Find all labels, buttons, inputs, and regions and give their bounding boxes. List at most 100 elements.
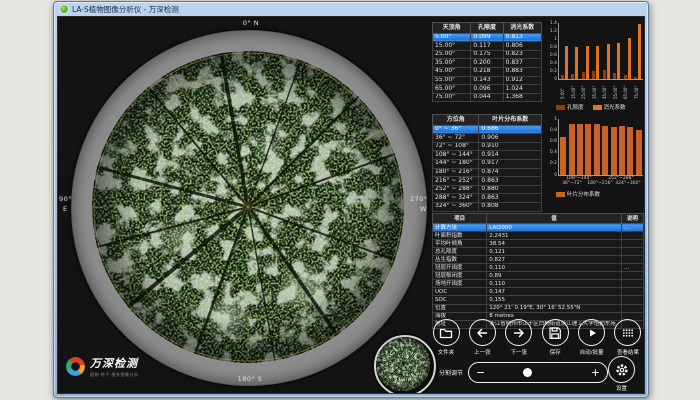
app-window: LA-S植物图像分析仪 - 万深检测 bbox=[53, 1, 649, 398]
table-cell: 计算方法 bbox=[433, 224, 487, 232]
table-row[interactable]: 75.00°0.0441.368 bbox=[433, 93, 542, 102]
legend-swatch bbox=[593, 105, 602, 110]
table-row[interactable]: 总孔隙度0.121 bbox=[433, 248, 644, 256]
save-button[interactable]: 保存 bbox=[537, 319, 573, 356]
y-tick-label: 0.6 bbox=[545, 53, 557, 58]
table-row[interactable]: 位置120° 21' 0.19"E, 30° 16' 52.55"N bbox=[433, 304, 644, 312]
legend-label: 消光系数 bbox=[604, 103, 626, 111]
bar-group bbox=[592, 46, 599, 79]
table-cell: 0.874 bbox=[479, 168, 542, 177]
column-header: 消光系数 bbox=[503, 23, 541, 34]
table-cell bbox=[621, 232, 643, 240]
table-cell: 平均叶倾角 bbox=[433, 240, 487, 248]
slider-knob[interactable] bbox=[523, 368, 532, 377]
distribution-bar bbox=[569, 124, 575, 175]
table-row[interactable]: 45.00°0.2180.883 bbox=[433, 67, 542, 76]
table-row[interactable]: UOC0.147 bbox=[433, 288, 644, 296]
table-row[interactable]: 叶面积指数2.2431 bbox=[433, 232, 644, 240]
title-bar[interactable]: LA-S植物图像分析仪 - 万深检测 bbox=[59, 3, 643, 15]
settings-button[interactable]: 设置 bbox=[608, 356, 635, 392]
table-row[interactable]: 冠层郁闭度0.89 bbox=[433, 272, 644, 280]
table-row[interactable]: SOC0.155 bbox=[433, 296, 644, 304]
compass-west-deg: 270° bbox=[410, 195, 428, 203]
table-cell bbox=[621, 304, 643, 312]
table-row[interactable]: 288° ~ 324°0.863 bbox=[433, 194, 542, 203]
canopy-photo[interactable] bbox=[92, 51, 404, 363]
table-cell: 0.044 bbox=[471, 93, 503, 102]
column-header: 项目 bbox=[433, 214, 487, 224]
table-row[interactable]: 144° ~ 180°0.917 bbox=[433, 159, 542, 168]
y-tick-label: 0.6 bbox=[545, 139, 557, 144]
folder-icon bbox=[433, 319, 460, 346]
table-cell: 15.00° bbox=[433, 42, 471, 51]
table-cell: 0.096 bbox=[471, 85, 503, 94]
table-row[interactable]: 场地开阔度0.110 bbox=[433, 280, 644, 288]
extinction-bar bbox=[617, 43, 620, 79]
table-row[interactable]: 25.00°0.1750.823 bbox=[433, 50, 542, 59]
table-row[interactable]: 平均叶倾角38.54 bbox=[433, 240, 644, 248]
plot-area: 00.20.40.60.811.21.4 bbox=[558, 23, 643, 80]
table-row[interactable]: 计算方法LAI2000… bbox=[433, 224, 644, 232]
compass-north-label: 0° N bbox=[236, 19, 266, 27]
table-row[interactable]: 35.00°0.2000.837 bbox=[433, 59, 542, 68]
table-row[interactable]: 65.00°0.0961.024 bbox=[433, 85, 542, 94]
preview-thumbnail[interactable] bbox=[374, 335, 436, 394]
table-row[interactable]: 216° ~ 252°0.863 bbox=[433, 177, 542, 186]
table-cell: 0.686 bbox=[479, 125, 542, 134]
next-image-button[interactable]: 下一张 bbox=[501, 319, 537, 356]
table-row[interactable]: 丛生指数0.827 bbox=[433, 256, 644, 264]
x-tick-label: 25.00° bbox=[582, 80, 586, 99]
column-header: 孔隙度 bbox=[471, 23, 503, 34]
legend-item: 叶片分布系数 bbox=[556, 190, 600, 198]
view-results-button[interactable]: 查看结果 bbox=[610, 319, 645, 356]
compass-west-label: W bbox=[420, 205, 427, 213]
slider-minus-button[interactable]: − bbox=[469, 365, 492, 380]
table-row[interactable]: 5.00°0.0990.813 bbox=[433, 33, 542, 42]
y-tick-label: 0.8 bbox=[545, 45, 557, 50]
table-row[interactable]: 180° ~ 216°0.874 bbox=[433, 168, 542, 177]
table-cell: 0.823 bbox=[503, 50, 541, 59]
table-cell: 0.917 bbox=[479, 159, 542, 168]
table-row[interactable]: 252° ~ 288°0.880 bbox=[433, 185, 542, 194]
previous-image-button[interactable]: 上一张 bbox=[464, 319, 500, 356]
table-cell: 35.00° bbox=[433, 59, 471, 68]
y-tick-label: 1.4 bbox=[545, 21, 557, 26]
extinction-bar bbox=[628, 38, 631, 79]
auto-batch-button[interactable]: 自动/批量 bbox=[574, 319, 610, 356]
distribution-bar bbox=[636, 130, 642, 175]
extinction-bar bbox=[586, 46, 589, 79]
table-cell: 0.117 bbox=[471, 42, 503, 51]
table-row[interactable]: 0° ~ 36°0.686 bbox=[433, 125, 542, 134]
parameters-table: 项目值说明计算方法LAI2000…叶面积指数2.2431平均叶倾角38.54总孔… bbox=[432, 213, 644, 329]
table-cell: 0.200 bbox=[471, 59, 503, 68]
column-header: 方位角 bbox=[433, 115, 479, 126]
table-cell: LAI2000 bbox=[487, 224, 622, 232]
x-tick-label: 75.00° bbox=[635, 80, 639, 99]
folder-button[interactable]: 文件夹 bbox=[428, 319, 464, 356]
table-row[interactable]: 15.00°0.1170.806 bbox=[433, 42, 542, 51]
table-cell bbox=[621, 248, 643, 256]
table-cell: 75.00° bbox=[433, 93, 471, 102]
column-header: 说明 bbox=[621, 214, 643, 224]
table-cell: 0.808 bbox=[479, 202, 542, 211]
x-tick-label: 5.00° bbox=[561, 80, 565, 99]
table-row[interactable]: 108° ~ 144°0.914 bbox=[433, 151, 542, 160]
table-cell: … bbox=[621, 264, 643, 272]
table-row[interactable]: 36° ~ 72°0.906 bbox=[433, 134, 542, 143]
y-tick-label: 0.8 bbox=[545, 128, 557, 133]
table-row[interactable]: 324° ~ 360°0.808 bbox=[433, 202, 542, 211]
table-cell: 总孔隙度 bbox=[433, 248, 487, 256]
slider-plus-button[interactable]: + bbox=[584, 365, 607, 380]
segmentation-slider[interactable]: − + bbox=[468, 362, 608, 383]
table-cell bbox=[621, 288, 643, 296]
table-cell bbox=[621, 296, 643, 304]
table-cell: 0.912 bbox=[503, 76, 541, 85]
compass-south-label: 180° S bbox=[230, 375, 270, 383]
table-row[interactable]: 55.00°0.1430.912 bbox=[433, 76, 542, 85]
table-row[interactable]: 冠层开阔度0.110… bbox=[433, 264, 644, 272]
distribution-bar bbox=[602, 126, 608, 175]
y-tick-label: 0.2 bbox=[545, 161, 557, 166]
table-row[interactable]: 72° ~ 108°0.910 bbox=[433, 142, 542, 151]
x-axis-label-row: 36°~72°180°~216°324°~360° bbox=[558, 181, 642, 186]
table-cell: 0.143 bbox=[471, 76, 503, 85]
